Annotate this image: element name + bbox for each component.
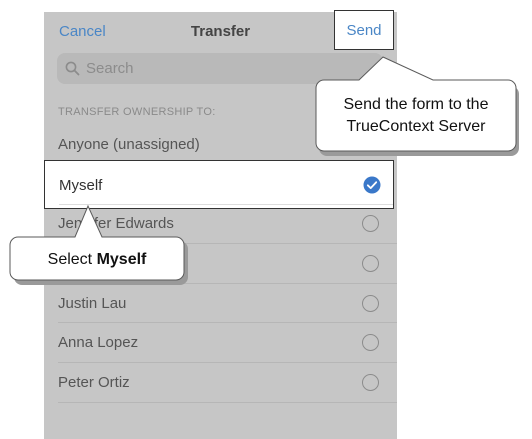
- send-callout-line1: Send the form to the: [343, 96, 489, 113]
- callout-layer: [9, 56, 519, 285]
- send-callout-line2: TrueContext Server: [346, 118, 486, 135]
- select-callout-bubble: [9, 204, 188, 285]
- select-callout-bold: Myself: [96, 251, 147, 268]
- select-callout-text: Select Myself: [10, 251, 184, 269]
- send-callout-text: Send the form to the TrueContext Server: [316, 94, 516, 138]
- select-callout-prefix: Select: [47, 251, 97, 268]
